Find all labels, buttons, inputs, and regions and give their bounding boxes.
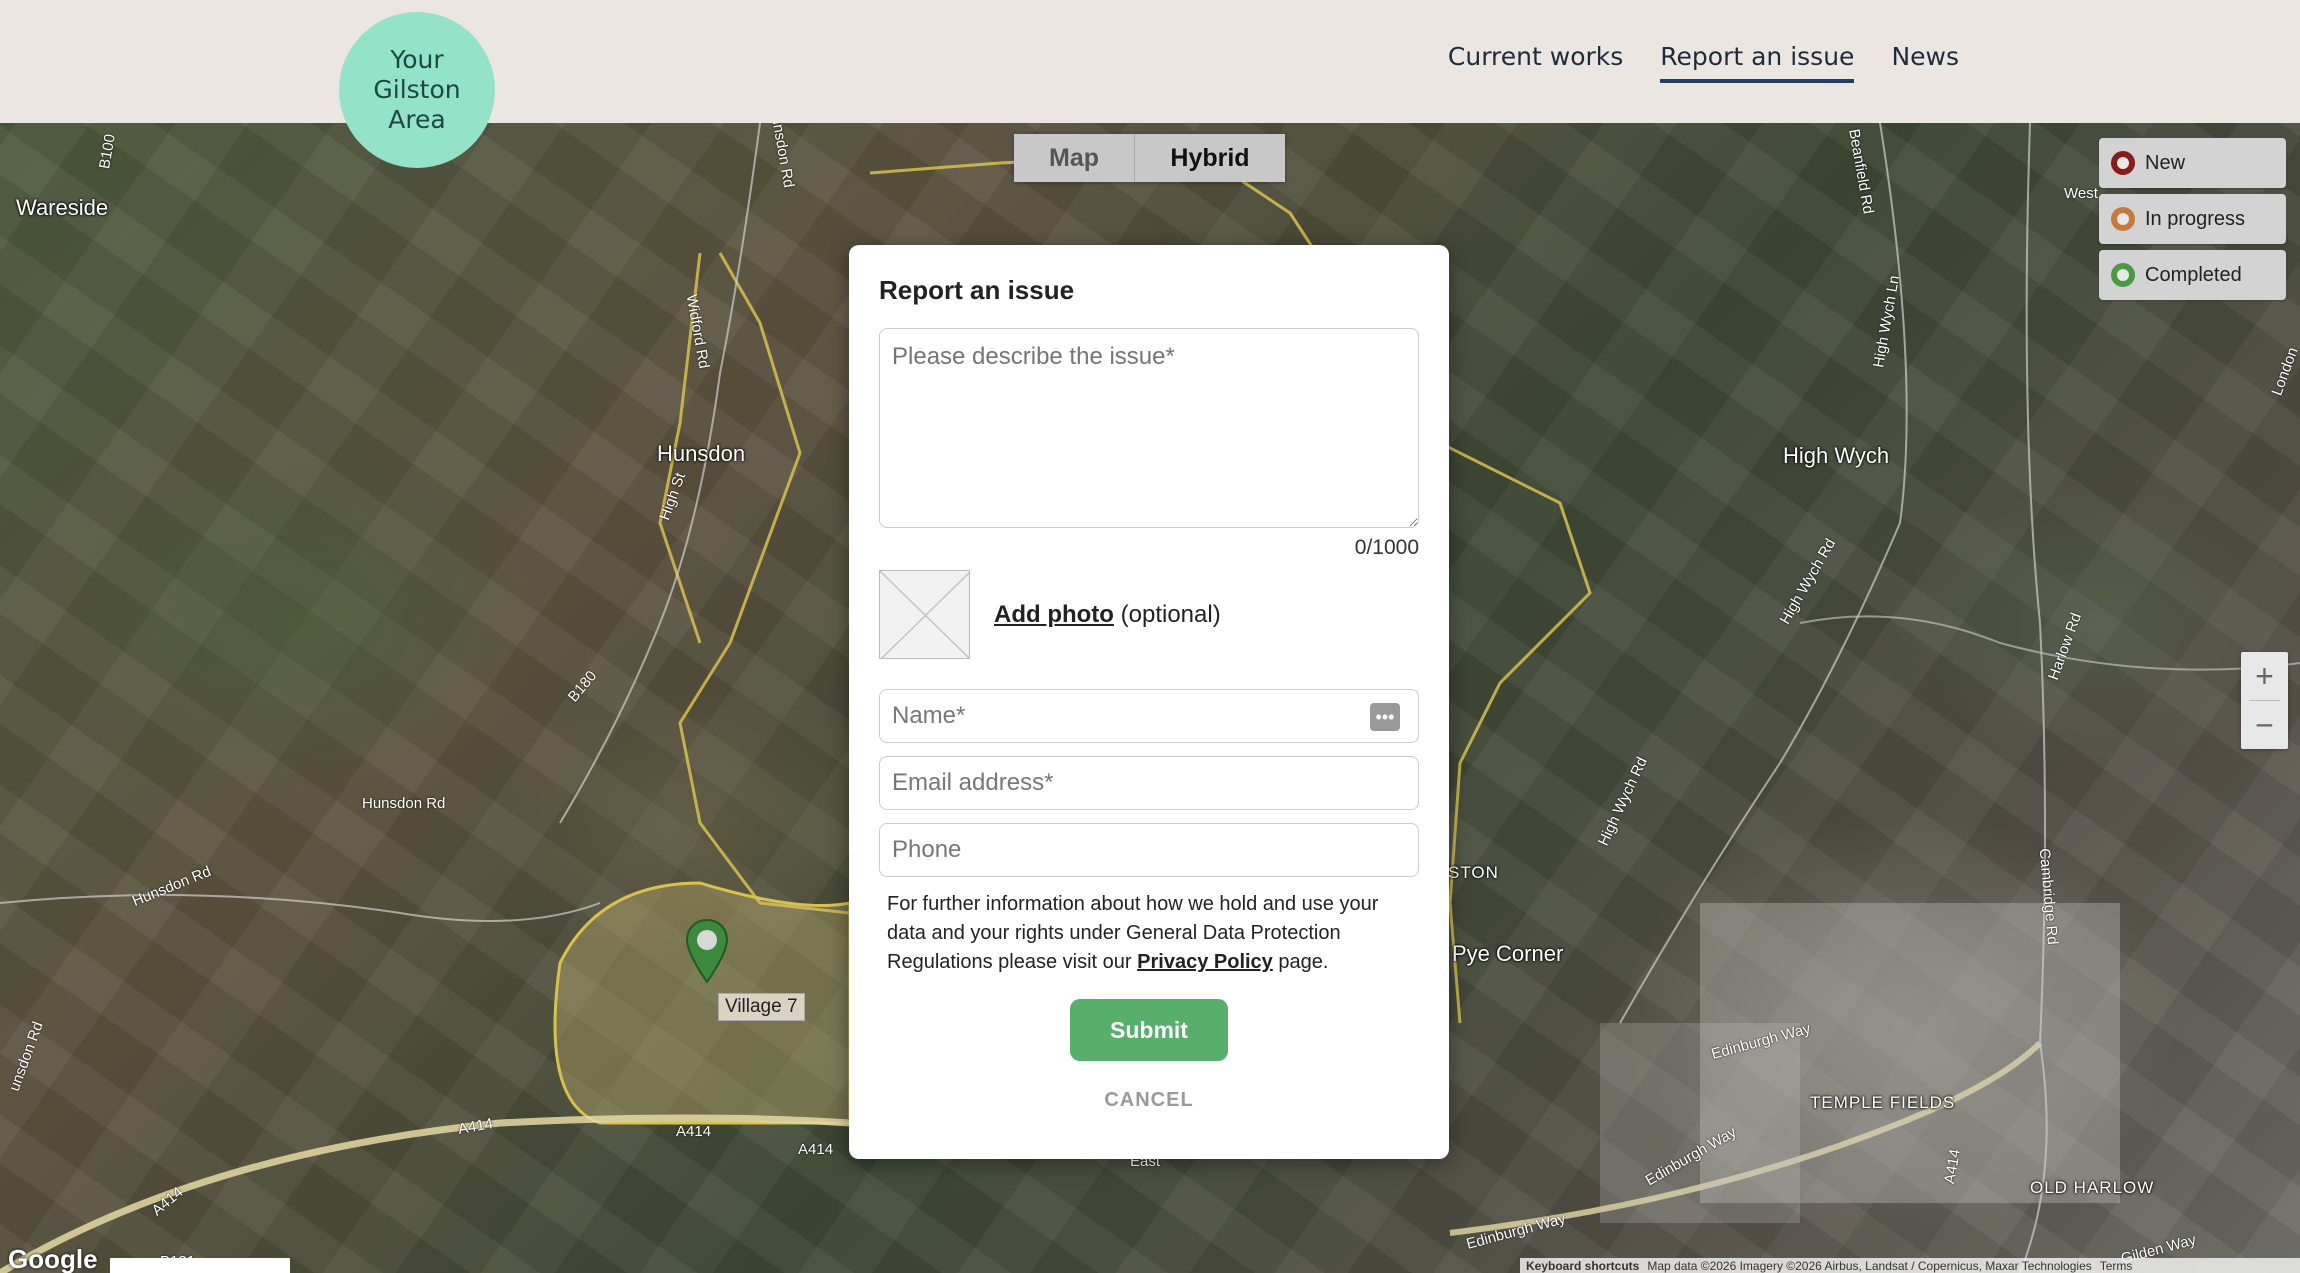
zoom-in-button[interactable]: + xyxy=(2241,652,2288,700)
status-legend: New In progress Completed xyxy=(2099,138,2286,306)
autofill-icon[interactable]: ••• xyxy=(1370,703,1400,731)
photo-optional-label: (optional) xyxy=(1120,600,1221,628)
logo-line-2: Gilston xyxy=(373,75,461,104)
place-old-harlow: OLD HARLOW xyxy=(2030,1178,2155,1197)
map-data-text: Map data ©2026 Imagery ©2026 Airbus, Lan… xyxy=(1647,1258,2092,1273)
submit-button[interactable]: Submit xyxy=(1070,999,1228,1061)
logo-line-3: Area xyxy=(388,105,446,134)
legend-completed[interactable]: Completed xyxy=(2099,250,2286,300)
email-placeholder: Email address* xyxy=(892,769,1054,796)
phone-placeholder: Phone xyxy=(892,836,962,863)
cancel-button[interactable]: CANCEL xyxy=(879,1089,1419,1112)
road-hunsdon-rd: Hunsdon Rd xyxy=(362,795,446,812)
main-nav: Current works Report an issue News xyxy=(1448,42,1959,83)
email-field[interactable]: Email address* xyxy=(879,756,1419,810)
map-pin-icon[interactable] xyxy=(684,918,730,986)
map-type-map-button[interactable]: Map xyxy=(1014,134,1135,182)
road-a414: A414 xyxy=(676,1123,712,1140)
legend-in-progress[interactable]: In progress xyxy=(2099,194,2286,244)
status-dot-icon xyxy=(2111,263,2135,287)
photo-text: Add photo (optional) xyxy=(994,601,1221,629)
photo-row: Add photo (optional) xyxy=(879,570,1419,659)
map-attribution: Keyboard shortcuts Map data ©2026 Imager… xyxy=(1520,1258,2300,1273)
add-photo-link[interactable]: Add photo xyxy=(994,601,1114,628)
dialog-title: Report an issue xyxy=(879,275,1075,305)
road-a414: A414 xyxy=(798,1141,834,1158)
legend-label: New xyxy=(2145,151,2186,174)
map-type-control: Map Hybrid xyxy=(1014,134,1285,182)
legend-label: Completed xyxy=(2145,263,2242,286)
report-issue-dialog: Report an issue 0/1000 Add photo (option… xyxy=(849,245,1449,1159)
legend-label: In progress xyxy=(2145,207,2246,230)
place-ston: STON xyxy=(1448,863,1499,882)
place-wareside: Wareside xyxy=(16,195,109,220)
legend-new[interactable]: New xyxy=(2099,138,2286,188)
marker-label: Village 7 xyxy=(718,993,805,1021)
privacy-info: For further information about how we hol… xyxy=(879,890,1419,977)
keyboard-shortcuts-link[interactable]: Keyboard shortcuts xyxy=(1526,1259,1639,1273)
site-logo[interactable]: Your Gilston Area xyxy=(339,12,495,168)
place-pye-corner: Pye Corner xyxy=(1452,941,1564,966)
nav-current-works[interactable]: Current works xyxy=(1448,42,1623,83)
place-hunsdon: Hunsdon xyxy=(657,441,746,466)
map-scale-bar xyxy=(110,1258,290,1273)
status-dot-icon xyxy=(2111,151,2135,175)
privacy-info-suffix: page. xyxy=(1278,951,1329,973)
google-logo[interactable]: Google xyxy=(8,1244,98,1273)
logo-line-1: Your xyxy=(390,45,444,74)
privacy-policy-link[interactable]: Privacy Policy xyxy=(1137,951,1273,973)
place-temple-fields: TEMPLE FIELDS xyxy=(1810,1093,1956,1112)
issue-description-input[interactable] xyxy=(879,328,1419,528)
nav-report-an-issue[interactable]: Report an issue xyxy=(1660,42,1855,83)
nav-news[interactable]: News xyxy=(1891,42,1959,83)
name-placeholder: Name* xyxy=(892,702,966,729)
status-dot-icon xyxy=(2111,207,2135,231)
zoom-control: + − xyxy=(2241,652,2288,749)
place-west: West xyxy=(2064,185,2098,202)
map-type-hybrid-button[interactable]: Hybrid xyxy=(1135,134,1285,182)
terms-link[interactable]: Terms xyxy=(2100,1259,2133,1273)
place-high-wych: High Wych xyxy=(1783,443,1890,468)
zoom-out-button[interactable]: − xyxy=(2241,701,2288,749)
name-field[interactable]: Name* ••• xyxy=(879,689,1419,743)
phone-field[interactable]: Phone xyxy=(879,823,1419,877)
character-counter: 0/1000 xyxy=(1354,536,1419,559)
image-placeholder-icon xyxy=(880,571,969,658)
photo-placeholder[interactable] xyxy=(879,570,970,659)
